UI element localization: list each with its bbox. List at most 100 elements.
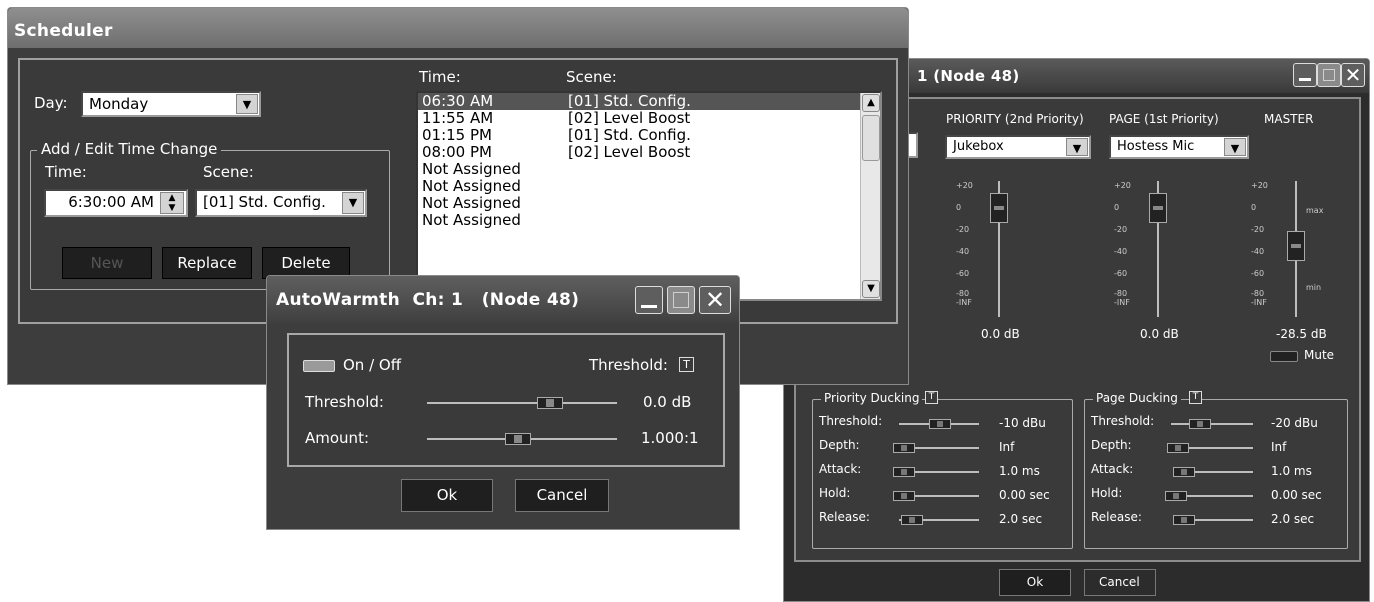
list-item[interactable]: 11:55 AM [02] Level Boost xyxy=(418,110,880,127)
param-name: Depth: xyxy=(1091,438,1132,452)
replace-button[interactable]: Replace xyxy=(162,247,252,279)
group-label: Add / Edit Time Change xyxy=(37,140,222,158)
amount-label: Amount: xyxy=(305,429,369,447)
param-value: 1.0 ms xyxy=(1271,464,1312,478)
list-item[interactable]: Not Assigned xyxy=(418,178,880,195)
amount-slider[interactable] xyxy=(427,433,617,445)
page-header: PAGE (1st Priority) xyxy=(1109,112,1219,126)
list-item[interactable]: 08:00 PM [02] Level Boost xyxy=(418,144,880,161)
priority-fader[interactable] xyxy=(990,181,1008,317)
ok-button[interactable]: Ok xyxy=(999,569,1071,596)
on-off-label: On / Off xyxy=(343,356,402,374)
param-value: 0.00 sec xyxy=(1271,488,1322,502)
cancel-button[interactable]: Cancel xyxy=(515,479,609,512)
list-item[interactable]: Not Assigned xyxy=(418,212,880,229)
list-time-header: Time: xyxy=(419,68,461,86)
close-icon[interactable]: ✕ xyxy=(699,286,731,314)
add-edit-group: Add / Edit Time Change Time: Scene: 6:30… xyxy=(30,140,390,290)
mute-label: Mute xyxy=(1304,348,1335,362)
scheduler-titlebar[interactable]: Scheduler xyxy=(8,8,908,48)
page-select[interactable]: Hostess Mic ▼ xyxy=(1109,135,1249,159)
release-slider[interactable] xyxy=(1173,515,1253,525)
param-name: Attack: xyxy=(819,462,862,476)
scroll-thumb[interactable] xyxy=(862,115,880,161)
release-slider[interactable] xyxy=(899,515,979,525)
t-icon[interactable]: T xyxy=(1189,391,1202,404)
maximize-icon[interactable] xyxy=(667,286,695,314)
threshold-slider[interactable] xyxy=(1171,419,1253,429)
chevron-down-icon: ▼ xyxy=(236,94,258,114)
cancel-button[interactable]: Cancel xyxy=(1084,569,1156,596)
page-fader-ticks: +20 0 -20 -40 -60 -80 -INF xyxy=(1114,181,1131,307)
depth-slider[interactable] xyxy=(893,443,979,453)
minimize-icon[interactable] xyxy=(635,286,663,314)
scroll-down-icon[interactable]: ▼ xyxy=(862,280,880,298)
priority-db: 0.0 dB xyxy=(981,327,1020,341)
day-select[interactable]: Monday ▼ xyxy=(81,91,261,117)
spinner-arrows-icon[interactable]: ▲ ▼ xyxy=(160,192,184,214)
t-icon[interactable]: T xyxy=(679,357,694,372)
threshold-knob[interactable] xyxy=(537,397,563,409)
minimize-icon[interactable] xyxy=(1293,63,1317,87)
param-value: 1.0 ms xyxy=(999,464,1040,478)
new-button[interactable]: New xyxy=(62,247,152,279)
param-value: -20 dBu xyxy=(1271,416,1318,430)
chevron-down-icon: ▼ xyxy=(1224,138,1246,156)
master-min-label: min xyxy=(1306,283,1322,292)
autowarmth-title: AutoWarmth Ch: 1 (Node 48) xyxy=(276,290,580,310)
list-item[interactable]: Not Assigned xyxy=(418,161,880,178)
master-max-label: max xyxy=(1306,206,1324,215)
autowarmth-dialog: AutoWarmth Ch: 1 (Node 48) ✕ On / Off Th… xyxy=(266,275,740,530)
param-value: 2.0 sec xyxy=(999,512,1043,526)
master-fader[interactable] xyxy=(1287,181,1305,317)
scene-select[interactable]: [01] Std. Config. ▼ xyxy=(195,189,367,217)
hold-slider[interactable] xyxy=(893,491,979,501)
close-icon[interactable]: ✕ xyxy=(1341,63,1365,87)
attack-slider[interactable] xyxy=(893,467,979,477)
maximize-icon[interactable] xyxy=(1317,63,1341,87)
ducker-title: 1 (Node 48) xyxy=(917,67,1020,85)
on-off-led[interactable] xyxy=(303,360,335,372)
day-label: Day: xyxy=(34,94,68,112)
param-value: 0.00 sec xyxy=(999,488,1050,502)
priority-ducking-group: Priority Ducking T Threshold: Depth: Att… xyxy=(812,391,1073,549)
page-ducking-group: Page Ducking T Threshold: Depth: Attack:… xyxy=(1084,391,1348,549)
list-item[interactable]: 01:15 PM [01] Std. Config. xyxy=(418,127,880,144)
autowarmth-panel: On / Off Threshold: T Threshold: 0.0 dB … xyxy=(287,333,725,467)
chevron-down-icon: ▼ xyxy=(342,192,364,214)
list-item[interactable]: Not Assigned xyxy=(418,195,880,212)
list-item[interactable]: 06:30 AM [01] Std. Config. xyxy=(418,93,880,110)
master-db: -28.5 dB xyxy=(1276,327,1327,341)
param-name: Release: xyxy=(819,510,870,524)
threshold-label: Threshold: xyxy=(305,393,384,411)
threshold-slider[interactable] xyxy=(899,419,979,429)
scene-label: Scene: xyxy=(203,163,254,181)
autowarmth-titlebar[interactable]: AutoWarmth Ch: 1 (Node 48) ✕ xyxy=(267,276,739,324)
priority-header: PRIORITY (2nd Priority) xyxy=(946,112,1084,126)
amount-knob[interactable] xyxy=(505,433,531,445)
scroll-up-icon[interactable]: ▲ xyxy=(862,94,880,112)
priority-select[interactable]: Jukebox ▼ xyxy=(945,135,1091,159)
page-fader-knob[interactable] xyxy=(1149,193,1167,223)
param-name: Release: xyxy=(1091,510,1142,524)
priority-fader-knob[interactable] xyxy=(990,193,1008,223)
ok-button[interactable]: Ok xyxy=(401,479,493,512)
list-scrollbar[interactable]: ▲ ▼ xyxy=(860,93,880,299)
page-fader[interactable] xyxy=(1149,181,1167,317)
param-name: Threshold: xyxy=(1091,414,1155,428)
hold-slider[interactable] xyxy=(1165,491,1253,501)
param-value: -10 dBu xyxy=(999,416,1046,430)
schedule-list[interactable]: 06:30 AM [01] Std. Config. 11:55 AM [02] L… xyxy=(416,91,882,301)
time-spinner[interactable]: 6:30:00 AM ▲ ▼ xyxy=(44,189,188,217)
scheduler-title: Scheduler xyxy=(14,21,113,41)
master-header: MASTER xyxy=(1264,112,1314,126)
master-fader-knob[interactable] xyxy=(1287,231,1305,261)
t-icon[interactable]: T xyxy=(925,391,938,404)
attack-slider[interactable] xyxy=(1173,467,1253,477)
priority-ducking-label: Priority Ducking xyxy=(821,391,923,405)
master-fader-ticks: +20 0 -20 -40 -60 -80 -INF xyxy=(1251,181,1268,307)
amount-value: 1.000:1 xyxy=(641,429,699,447)
mute-led[interactable] xyxy=(1270,351,1298,362)
depth-slider[interactable] xyxy=(1167,443,1253,453)
threshold-slider[interactable] xyxy=(427,397,617,409)
